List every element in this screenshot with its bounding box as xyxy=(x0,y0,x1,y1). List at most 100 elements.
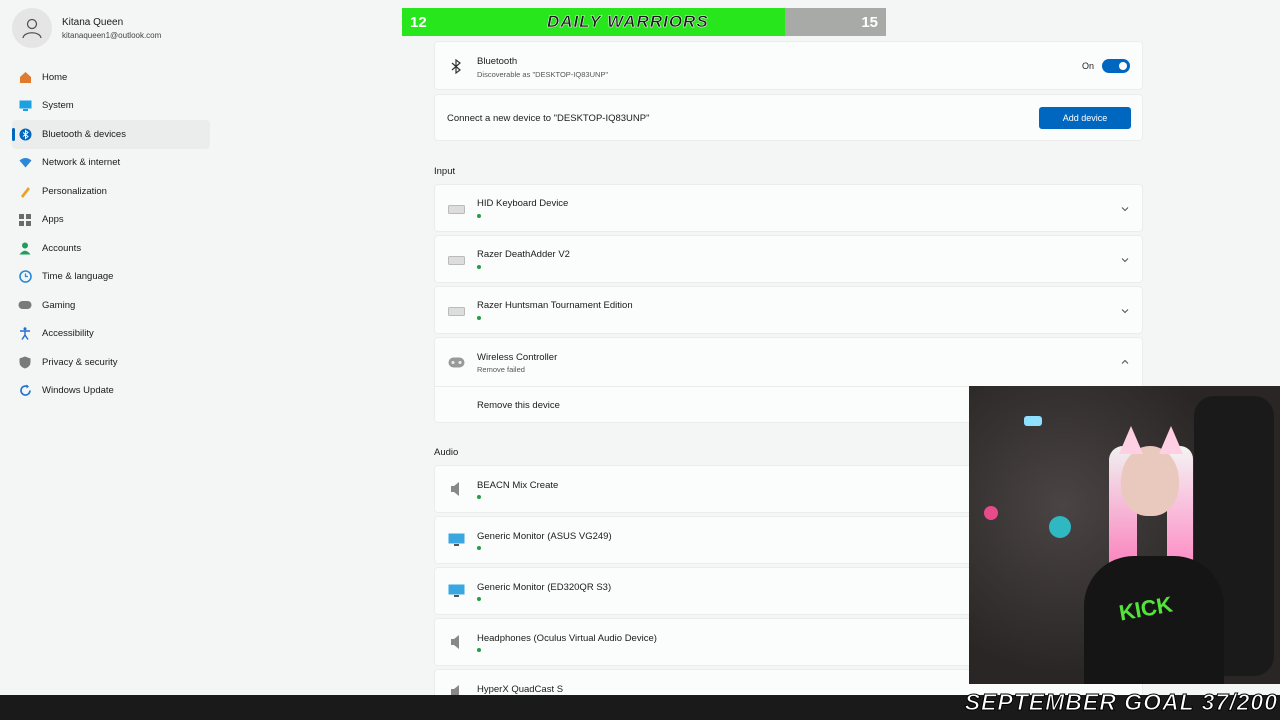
sidebar-item-label: System xyxy=(42,100,74,112)
device-row[interactable]: HID Keyboard Device xyxy=(434,184,1143,232)
device-name: Razer DeathAdder V2 xyxy=(477,249,570,260)
keyboard-icon xyxy=(447,252,465,268)
sidebar-item-label: Gaming xyxy=(42,299,76,311)
bluetooth-icon xyxy=(447,58,465,74)
cat-ear xyxy=(1119,426,1143,454)
sidebar-item-bluetooth[interactable]: Bluetooth & devices xyxy=(12,120,210,149)
monitor-icon xyxy=(447,583,465,599)
connected-indicator xyxy=(477,495,481,499)
input-section-label: Input xyxy=(434,166,456,177)
decor-ball xyxy=(984,506,998,520)
sidebar-item-accessibility[interactable]: Accessibility xyxy=(12,320,210,349)
shield-icon xyxy=(18,355,32,369)
add-device-button[interactable]: Add device xyxy=(1039,107,1131,129)
home-icon xyxy=(18,70,32,84)
goal-text: SEPTEMBER GOAL 37/200 xyxy=(964,689,1278,716)
device-row[interactable]: Razer Huntsman Tournament Edition xyxy=(434,286,1143,334)
personalization-icon xyxy=(18,184,32,198)
speaker-icon xyxy=(447,481,465,497)
light-panel xyxy=(1024,416,1042,426)
user-icon xyxy=(22,18,42,39)
sidebar-item-label: Windows Update xyxy=(42,385,114,397)
sidebar-item-label: Apps xyxy=(42,214,64,226)
chevron-down-icon[interactable] xyxy=(1120,306,1130,316)
device-name: Headphones (Oculus Virtual Audio Device) xyxy=(477,633,657,644)
accessibility-icon xyxy=(18,327,32,341)
keyboard-icon xyxy=(447,303,465,319)
sidebar-item-label: Personalization xyxy=(42,185,107,197)
sidebar-item-label: Time & language xyxy=(42,271,114,283)
daily-warriors-banner: 12 DAILY WARRIORS 15 xyxy=(402,8,886,36)
speaker-icon xyxy=(447,634,465,650)
bluetooth-toggle[interactable] xyxy=(1102,59,1130,73)
sidebar-item-privacy[interactable]: Privacy & security xyxy=(12,348,210,377)
monitor-icon xyxy=(447,532,465,548)
profile-name: Kitana Queen xyxy=(62,16,124,28)
decor-ball xyxy=(1049,516,1071,538)
sidebar-item-accounts[interactable]: Accounts xyxy=(12,234,210,263)
profile-email: kitanaqueen1@outlook.com xyxy=(62,30,162,40)
sidebar-item-label: Privacy & security xyxy=(42,356,118,368)
device-name: Razer Huntsman Tournament Edition xyxy=(477,300,633,311)
gaming-icon xyxy=(18,298,32,312)
bluetooth-card: Bluetooth Discoverable as "DESKTOP-IQ83U… xyxy=(434,41,1143,90)
nav-list: Home System Bluetooth & devices Network … xyxy=(12,63,210,405)
sidebar-item-home[interactable]: Home xyxy=(12,63,210,92)
controller-icon xyxy=(447,354,465,370)
audio-section-label: Audio xyxy=(434,447,459,458)
connected-indicator xyxy=(477,546,481,550)
banner-left-count: 12 xyxy=(410,13,427,31)
device-name: HID Keyboard Device xyxy=(477,198,569,209)
connected-indicator xyxy=(477,265,481,269)
device-name: HyperX QuadCast S xyxy=(477,684,564,695)
connect-text: Connect a new device to "DESKTOP-IQ83UNP… xyxy=(447,113,650,124)
sidebar-item-apps[interactable]: Apps xyxy=(12,206,210,235)
bluetooth-toggle-label: On xyxy=(1081,61,1094,71)
sidebar-item-label: Home xyxy=(42,71,68,83)
sidebar-item-label: Accounts xyxy=(42,242,82,254)
banner-progress-fill: 12 DAILY WARRIORS xyxy=(402,8,785,36)
system-icon xyxy=(18,99,32,113)
device-row[interactable]: Razer DeathAdder V2 xyxy=(434,235,1143,283)
remove-device-button[interactable]: Remove this device xyxy=(477,400,560,411)
sidebar: Kitana Queen kitanaqueen1@outlook.com Ho… xyxy=(0,0,220,695)
device-name: BEACN Mix Create xyxy=(477,480,559,491)
network-icon xyxy=(18,156,32,170)
time-language-icon xyxy=(18,270,32,284)
sidebar-item-network[interactable]: Network & internet xyxy=(12,149,210,178)
profile[interactable]: Kitana Queen kitanaqueen1@outlook.com xyxy=(12,8,161,48)
sidebar-item-label: Accessibility xyxy=(42,328,94,340)
banner-progress-remaining: 15 xyxy=(785,8,886,36)
device-status: Remove failed xyxy=(477,365,525,374)
sidebar-item-label: Bluetooth & devices xyxy=(42,128,126,140)
chevron-down-icon[interactable] xyxy=(1120,204,1130,214)
bluetooth-title: Bluetooth xyxy=(477,56,518,67)
banner-title: DAILY WARRIORS xyxy=(547,12,709,32)
connect-device-card: Connect a new device to "DESKTOP-IQ83UNP… xyxy=(434,94,1143,141)
connected-indicator xyxy=(477,214,481,218)
webcam-overlay: KICK xyxy=(969,386,1280,684)
sidebar-item-personalization[interactable]: Personalization xyxy=(12,177,210,206)
bluetooth-icon xyxy=(18,127,32,141)
avatar xyxy=(12,8,52,48)
bluetooth-subtitle: Discoverable as "DESKTOP-IQ83UNP" xyxy=(477,70,609,79)
windows-update-icon xyxy=(18,384,32,398)
keyboard-icon xyxy=(447,201,465,217)
device-name: Generic Monitor (ED320QR S3) xyxy=(477,582,612,593)
sidebar-item-windows-update[interactable]: Windows Update xyxy=(12,377,210,406)
device-name: Generic Monitor (ASUS VG249) xyxy=(477,531,612,542)
apps-icon xyxy=(18,213,32,227)
connected-indicator xyxy=(477,316,481,320)
chevron-down-icon[interactable] xyxy=(1120,255,1130,265)
streamer-face xyxy=(1121,446,1179,516)
sidebar-item-time-language[interactable]: Time & language xyxy=(12,263,210,292)
sidebar-item-gaming[interactable]: Gaming xyxy=(12,291,210,320)
banner-right-count: 15 xyxy=(861,13,878,31)
chevron-up-icon[interactable] xyxy=(1120,357,1130,367)
accounts-icon xyxy=(18,241,32,255)
cat-ear xyxy=(1159,426,1183,454)
connected-indicator xyxy=(477,597,481,601)
sidebar-item-system[interactable]: System xyxy=(12,92,210,121)
sidebar-item-label: Network & internet xyxy=(42,157,121,169)
device-name: Wireless Controller xyxy=(477,352,558,363)
